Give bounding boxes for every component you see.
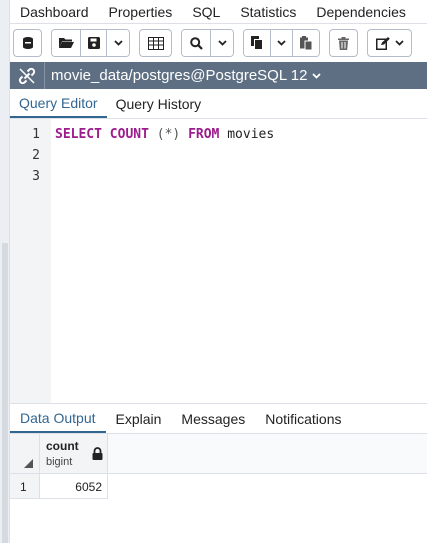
result-cell-count[interactable]: 6052	[40, 474, 108, 499]
keyword-count: COUNT	[109, 127, 149, 142]
open-file-button[interactable]	[52, 30, 81, 56]
chevron-down-icon	[394, 40, 404, 46]
database-icon	[22, 36, 34, 50]
edit-menu-button[interactable]	[367, 29, 412, 57]
find-button[interactable]	[182, 30, 211, 56]
tab-statistics[interactable]: Statistics	[230, 4, 306, 20]
column-name: count	[46, 439, 79, 453]
keyword-select: SELECT	[55, 127, 102, 142]
copy-icon	[251, 36, 263, 50]
tab-dependents[interactable]: D	[416, 4, 427, 20]
row-number[interactable]: 1	[10, 474, 40, 499]
connection-status-icon	[10, 62, 45, 89]
edit-icon	[375, 36, 390, 50]
query-toolbar	[10, 24, 427, 62]
file-button-group	[51, 29, 130, 57]
tab-messages[interactable]: Messages	[171, 404, 255, 433]
left-scrollbar[interactable]	[2, 243, 8, 543]
open-folder-icon	[58, 37, 74, 49]
connection-label: movie_data/postgres@PostgreSQL 12	[51, 67, 308, 84]
filter-rows-button[interactable]	[139, 29, 172, 57]
line-number: 3	[32, 169, 40, 184]
tab-data-output[interactable]: Data Output	[10, 404, 106, 433]
code-line[interactable]: SELECT COUNT (*) FROM movies	[55, 127, 274, 142]
sql-editor[interactable]: 1 2 3 SELECT COUNT (*) FROM movies	[10, 119, 427, 403]
save-options-dropdown[interactable]	[107, 30, 129, 56]
header-filler	[108, 434, 427, 474]
column-header-count[interactable]: count bigint	[40, 434, 108, 474]
database-button[interactable]	[13, 29, 42, 57]
tab-query-editor[interactable]: Query Editor	[10, 89, 107, 118]
line-number: 2	[32, 148, 40, 163]
paste-button[interactable]	[293, 30, 319, 56]
select-all-corner[interactable]	[10, 434, 40, 474]
main-tab-bar: Dashboard Properties SQL Statistics Depe…	[10, 0, 427, 24]
keyword-from: FROM	[188, 127, 220, 142]
tab-explain[interactable]: Explain	[106, 404, 172, 433]
tab-query-history[interactable]: Query History	[107, 89, 211, 118]
copy-button[interactable]	[244, 30, 271, 56]
tab-dependencies[interactable]: Dependencies	[306, 4, 416, 20]
count-args: (*)	[156, 127, 181, 142]
left-panel-edge	[0, 0, 10, 543]
copy-options-dropdown[interactable]	[271, 30, 293, 56]
filter-rows-icon	[147, 36, 164, 50]
search-icon	[189, 36, 203, 50]
tab-notifications[interactable]: Notifications	[255, 404, 351, 433]
delete-button[interactable]	[329, 29, 358, 57]
connection-bar[interactable]: movie_data/postgres@PostgreSQL 12	[10, 62, 427, 89]
find-button-group	[181, 29, 234, 57]
line-number: 1	[32, 127, 40, 142]
output-tab-bar: Data Output Explain Messages Notificatio…	[10, 403, 427, 434]
chevron-down-icon	[277, 40, 286, 46]
find-options-dropdown[interactable]	[211, 30, 233, 56]
chevron-down-icon	[113, 40, 123, 46]
table-name: movies	[227, 127, 275, 142]
clipboard-button-group	[243, 29, 320, 57]
editor-tab-bar: Query Editor Query History	[10, 89, 427, 119]
save-button[interactable]	[81, 30, 107, 56]
corner-triangle-icon	[24, 459, 33, 468]
tab-dashboard[interactable]: Dashboard	[10, 4, 99, 20]
tab-sql[interactable]: SQL	[182, 4, 230, 20]
chevron-down-icon	[312, 72, 322, 79]
lock-icon	[92, 447, 103, 460]
delete-icon	[338, 36, 349, 50]
column-type: bigint	[46, 456, 73, 468]
save-icon	[87, 37, 100, 49]
results-grid: count bigint 1 6052	[10, 434, 427, 543]
tab-properties[interactable]: Properties	[99, 4, 183, 20]
chevron-down-icon	[217, 40, 227, 46]
paste-icon	[300, 36, 312, 50]
